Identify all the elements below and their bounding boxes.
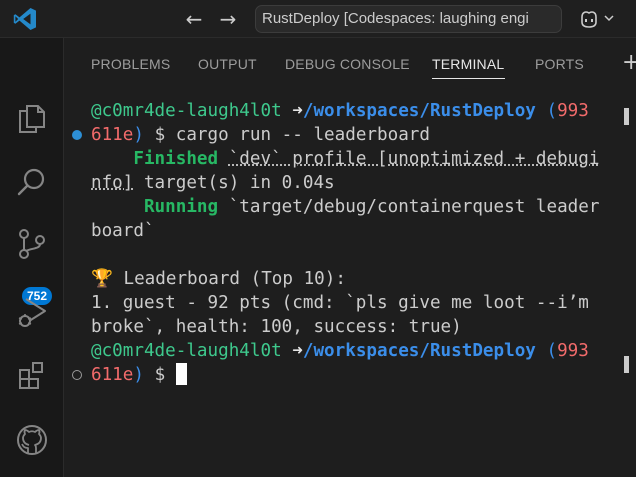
prompt-git-open: ( [547,341,558,361]
prompt-user: @c0mr4de-laugh4l0t [91,101,282,121]
prompt-path: /workspaces/RustDeploy [303,341,536,361]
tab-problems[interactable]: PROBLEMS [91,56,170,72]
running-text: `target/debug/containerquest leader [229,197,600,217]
prompt-branch: 611e [91,125,133,145]
terminal-line: board` [91,219,155,243]
running-text-wrap: board` [91,221,155,241]
tab-output[interactable]: OUTPUT [198,56,257,72]
tab-debug-console[interactable]: DEBUG CONSOLE [285,56,410,72]
prompt-arrow: ➜ [292,341,303,361]
terminal-line: 611e) $ [91,363,187,387]
terminal-line: 611e) $ cargo run -- leaderboard [91,123,430,147]
running-label: Running [144,197,218,217]
leaderboard-entry-wrap: broke`, health: 100, success: true) [91,317,462,337]
scrollbar-marker [624,108,629,125]
tab-ports[interactable]: PORTS [535,56,584,72]
tab-terminal[interactable]: TERMINAL [432,56,504,72]
terminal-line: nfo] target(s) in 0.04s [91,171,335,195]
terminal-line: Finished `dev` profile [unoptimized + de… [91,147,599,171]
command-center-label: RustDeploy [Codespaces: laughing engi [262,10,529,27]
command-pending-decoration[interactable] [72,370,82,380]
terminal-line: 🏆 Leaderboard (Top 10): [91,267,346,291]
scrollbar-marker [624,356,629,373]
command-text: cargo run -- leaderboard [176,125,430,145]
activity-bar: 752 [0,38,64,477]
terminal-line: broke`, health: 100, success: true) [91,315,462,339]
panel-tabs: PROBLEMS OUTPUT DEBUG CONSOLE TERMINAL P… [64,38,636,90]
terminal[interactable]: @c0mr4de-laugh4l0t ➜/workspaces/RustDepl… [64,90,636,477]
search-icon[interactable] [14,164,50,200]
active-tab-indicator [432,78,505,79]
prompt-path: /workspaces/RustDeploy [303,101,536,121]
leaderboard-header: 🏆 Leaderboard (Top 10): [91,269,346,289]
terminal-line: Running `target/debug/containerquest lea… [91,195,599,219]
title-bar: ← → RustDeploy [Codespaces: laughing eng… [0,0,636,38]
finished-label: Finished [133,149,218,169]
prompt-symbol: $ [155,125,166,145]
finished-text[interactable]: `dev` profile [unoptimized + debugi [229,149,600,169]
command-success-decoration[interactable] [72,130,82,140]
prompt-symbol: $ [155,365,166,385]
arrow-right-icon[interactable]: → [214,5,242,33]
terminal-cursor[interactable] [176,363,187,385]
github-icon[interactable] [14,422,50,458]
vscode-logo-icon[interactable] [12,6,38,32]
prompt-branch: 611e [91,365,133,385]
explorer-icon[interactable] [14,100,50,136]
prompt-branch: 993 [557,101,589,121]
terminal-line: 1. guest - 92 pts (cmd: `pls give me loo… [91,291,589,315]
copilot-icon[interactable] [578,8,600,30]
extensions-icon[interactable] [14,358,50,394]
terminal-line: @c0mr4de-laugh4l0t ➜/workspaces/RustDepl… [91,339,589,363]
plus-icon[interactable]: + [622,52,636,74]
terminal-line: @c0mr4de-laugh4l0t ➜/workspaces/RustDepl… [91,99,589,123]
finished-text-wrap[interactable]: nfo] [91,173,133,193]
prompt-git-open: ( [547,101,558,121]
leaderboard-entry: 1. guest - 92 pts (cmd: `pls give me loo… [91,293,589,313]
finished-text-tail: target(s) in 0.04s [133,173,334,193]
prompt-git-close: ) [133,125,144,145]
prompt-git-close: ) [133,365,144,385]
arrow-left-icon[interactable]: ← [180,5,208,33]
run-debug-icon[interactable] [14,294,50,330]
source-control-icon[interactable] [14,226,50,262]
prompt-branch: 993 [557,341,589,361]
chevron-down-icon[interactable] [602,11,616,25]
command-center[interactable]: RustDeploy [Codespaces: laughing engi [255,5,562,33]
prompt-user: @c0mr4de-laugh4l0t [91,341,282,361]
prompt-arrow: ➜ [292,101,303,121]
